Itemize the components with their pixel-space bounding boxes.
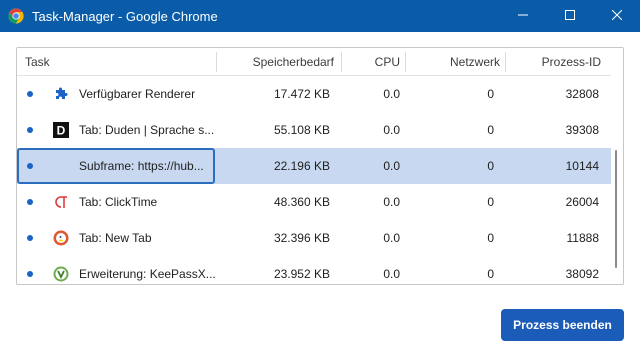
cpu-cell: 0.0 bbox=[383, 267, 400, 281]
memory-cell: 48.360 KB bbox=[273, 195, 330, 209]
memory-cell: 17.472 KB bbox=[273, 87, 330, 101]
process-id-cell: 38092 bbox=[565, 267, 599, 281]
puzzle-icon bbox=[53, 86, 69, 102]
network-cell: 0 bbox=[487, 195, 494, 209]
task-cell[interactable]: Tab: ClickTime bbox=[17, 184, 215, 220]
minimize-button[interactable] bbox=[499, 0, 546, 32]
task-label: Subframe: https://hub... bbox=[79, 159, 204, 173]
network-cell: 0 bbox=[487, 159, 494, 173]
task-cell[interactable]: Erweiterung: KeePassX... bbox=[17, 256, 215, 284]
task-label: Tab: ClickTime bbox=[79, 195, 158, 209]
window-title: Task-Manager - Google Chrome bbox=[32, 8, 218, 24]
table-row[interactable]: Erweiterung: KeePassX... 23.952 KB 0.0 0… bbox=[17, 256, 611, 284]
scrollbar-thumb[interactable] bbox=[615, 150, 617, 268]
process-id-cell: 26004 bbox=[565, 195, 599, 209]
column-header-network[interactable]: Netzwerk bbox=[406, 48, 506, 76]
process-id-cell: 39308 bbox=[565, 123, 599, 137]
status-dot bbox=[27, 271, 33, 277]
blank-favicon-icon bbox=[53, 158, 69, 174]
svg-text:D: D bbox=[57, 124, 66, 138]
table-header: Task Speicherbedarf CPU Netzwerk Prozess… bbox=[17, 48, 611, 76]
task-cell[interactable]: Tab: New Tab bbox=[17, 220, 215, 256]
process-id-cell: 10144 bbox=[565, 159, 599, 173]
status-dot bbox=[27, 127, 33, 133]
table-row[interactable]: D Tab: Duden | Sprache s... 55.108 KB 0.… bbox=[17, 112, 611, 148]
process-id-cell: 11888 bbox=[566, 231, 599, 245]
task-cell[interactable]: D Tab: Duden | Sprache s... bbox=[17, 112, 215, 148]
duckduckgo-icon bbox=[53, 230, 69, 246]
maximize-icon bbox=[564, 9, 575, 23]
chrome-icon bbox=[8, 8, 24, 24]
cpu-cell: 0.0 bbox=[383, 231, 400, 245]
memory-cell: 22.196 KB bbox=[273, 159, 330, 173]
column-header-memory[interactable]: Speicherbedarf bbox=[217, 48, 342, 76]
duden-icon: D bbox=[53, 122, 69, 138]
task-label: Erweiterung: KeePassX... bbox=[79, 267, 215, 281]
memory-cell: 23.952 KB bbox=[273, 267, 330, 281]
network-cell: 0 bbox=[487, 87, 494, 101]
status-dot bbox=[27, 235, 33, 241]
task-cell[interactable]: Subframe: https://hub... bbox=[17, 148, 215, 184]
window-controls bbox=[499, 0, 640, 32]
memory-cell: 32.396 KB bbox=[273, 231, 330, 245]
task-label: Tab: Duden | Sprache s... bbox=[79, 123, 215, 137]
column-header-cpu[interactable]: CPU bbox=[342, 48, 406, 76]
task-cell[interactable]: Verfügbarer Renderer bbox=[17, 76, 215, 112]
keepassxc-icon bbox=[53, 266, 69, 282]
cpu-cell: 0.0 bbox=[383, 195, 400, 209]
task-table-frame: Task Speicherbedarf CPU Netzwerk Prozess… bbox=[16, 47, 624, 285]
table-row[interactable]: Tab: New Tab 32.396 KB 0.0 0 11888 bbox=[17, 220, 611, 256]
task-label: Tab: New Tab bbox=[79, 231, 152, 245]
task-table: Task Speicherbedarf CPU Netzwerk Prozess… bbox=[17, 48, 611, 284]
memory-cell: 55.108 KB bbox=[273, 123, 330, 137]
table-row-selected[interactable]: Subframe: https://hub... 22.196 KB 0.0 0… bbox=[17, 148, 611, 184]
task-label: Verfügbarer Renderer bbox=[79, 87, 196, 101]
status-dot bbox=[27, 163, 33, 169]
vertical-scrollbar[interactable] bbox=[613, 78, 619, 282]
table-row[interactable]: Verfügbarer Renderer 17.472 KB 0.0 0 328… bbox=[17, 76, 611, 112]
close-button[interactable] bbox=[593, 0, 640, 32]
network-cell: 0 bbox=[487, 123, 494, 137]
table-row[interactable]: Tab: ClickTime 48.360 KB 0.0 0 26004 bbox=[17, 184, 611, 220]
maximize-button[interactable] bbox=[546, 0, 593, 32]
column-header-task[interactable]: Task bbox=[17, 48, 217, 76]
process-id-cell: 32808 bbox=[565, 87, 599, 101]
cpu-cell: 0.0 bbox=[383, 159, 400, 173]
status-dot bbox=[27, 91, 33, 97]
status-dot bbox=[27, 199, 33, 205]
title-bar[interactable]: Task-Manager - Google Chrome bbox=[0, 0, 640, 32]
cpu-cell: 0.0 bbox=[383, 123, 400, 137]
column-header-process-id[interactable]: Prozess-ID bbox=[506, 48, 611, 76]
network-cell: 0 bbox=[487, 231, 494, 245]
end-process-button[interactable]: Prozess beenden bbox=[501, 309, 624, 341]
cpu-cell: 0.0 bbox=[383, 87, 400, 101]
clicktime-icon bbox=[53, 194, 69, 210]
close-icon bbox=[611, 9, 622, 23]
network-cell: 0 bbox=[487, 267, 494, 281]
minimize-icon bbox=[517, 9, 528, 23]
